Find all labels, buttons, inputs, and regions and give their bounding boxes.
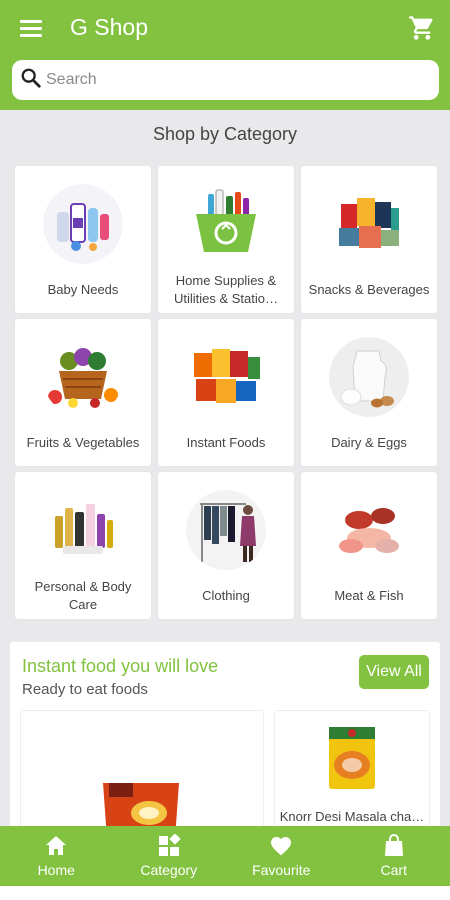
nav-label: Home <box>37 862 75 878</box>
nav-label: Category <box>140 862 198 878</box>
category-grid: Baby Needs Home Supplies & Utilities & S… <box>15 166 437 619</box>
promo-subtitle: Ready to eat foods <box>22 681 148 698</box>
search-bar <box>12 60 439 100</box>
app-header: G Shop <box>0 0 450 110</box>
category-home-supplies[interactable]: Home Supplies & Utilities & Statio… <box>158 166 294 313</box>
view-all-button[interactable]: View All <box>359 655 429 689</box>
category-label: Dairy & Eggs <box>331 435 407 450</box>
category-instant-foods[interactable]: Instant Foods <box>158 319 294 466</box>
nav-category[interactable]: Category <box>113 826 226 886</box>
product-card[interactable] <box>20 710 264 842</box>
shopping-bag-icon <box>382 834 406 858</box>
snacks-beverages-image <box>329 184 409 264</box>
knorr-noodles-pack-image <box>327 725 377 791</box>
personal-care-image <box>43 490 123 570</box>
product-card[interactable]: Knorr Desi Masala cha… <box>274 710 430 842</box>
category-label: Baby Needs <box>47 282 119 297</box>
category-label: Clothing <box>202 588 250 603</box>
baby-products-image <box>43 184 123 264</box>
category-personal-body-care[interactable]: Personal & Body Care <box>15 472 151 619</box>
app-title: G Shop <box>70 14 148 40</box>
nav-label: Cart <box>380 862 407 878</box>
category-clothing[interactable]: Clothing <box>158 472 294 619</box>
category-baby-needs[interactable]: Baby Needs <box>15 166 151 313</box>
home-icon <box>44 834 68 858</box>
product-name: Knorr Desi Masala cha… <box>279 809 425 824</box>
category-grid-icon <box>157 833 181 858</box>
category-label: Snacks & Beverages <box>308 282 430 297</box>
promo-section: Instant food you will love Ready to eat … <box>10 642 440 842</box>
category-label: Meat & Fish <box>334 588 404 603</box>
milk-eggs-image <box>329 337 409 417</box>
fruit-basket-image <box>43 337 123 417</box>
nav-favourite[interactable]: Favourite <box>225 826 338 886</box>
home-supplies-basket-image <box>186 184 266 264</box>
hamburger-menu-icon[interactable] <box>20 16 46 42</box>
search-icon <box>20 67 42 94</box>
meat-fish-image <box>329 490 409 570</box>
nav-cart[interactable]: Cart <box>338 826 450 886</box>
category-label: Personal & Body Care <box>34 579 132 612</box>
category-label: Instant Foods <box>186 435 266 450</box>
shopping-cart-icon[interactable] <box>408 14 436 42</box>
clothing-rack-image <box>186 490 266 570</box>
section-title: Shop by Category <box>152 124 298 144</box>
category-dairy-eggs[interactable]: Dairy & Eggs <box>301 319 437 466</box>
nav-home[interactable]: Home <box>0 826 113 886</box>
instant-foods-image <box>186 337 266 417</box>
heart-icon <box>269 834 293 858</box>
category-meat-fish[interactable]: Meat & Fish <box>301 472 437 619</box>
category-snacks-beverages[interactable]: Snacks & Beverages <box>301 166 437 313</box>
bottom-navigation: Home Category Favourite Cart <box>0 826 450 886</box>
category-label: Fruits & Vegetables <box>26 435 140 450</box>
system-bar-area <box>0 886 450 900</box>
category-fruits-vegetables[interactable]: Fruits & Vegetables <box>15 319 151 466</box>
nav-label: Favourite <box>252 862 311 878</box>
category-label: Home Supplies & Utilities & Statio… <box>173 273 279 306</box>
search-input[interactable] <box>46 71 406 89</box>
promo-title: Instant food you will love <box>22 656 219 676</box>
